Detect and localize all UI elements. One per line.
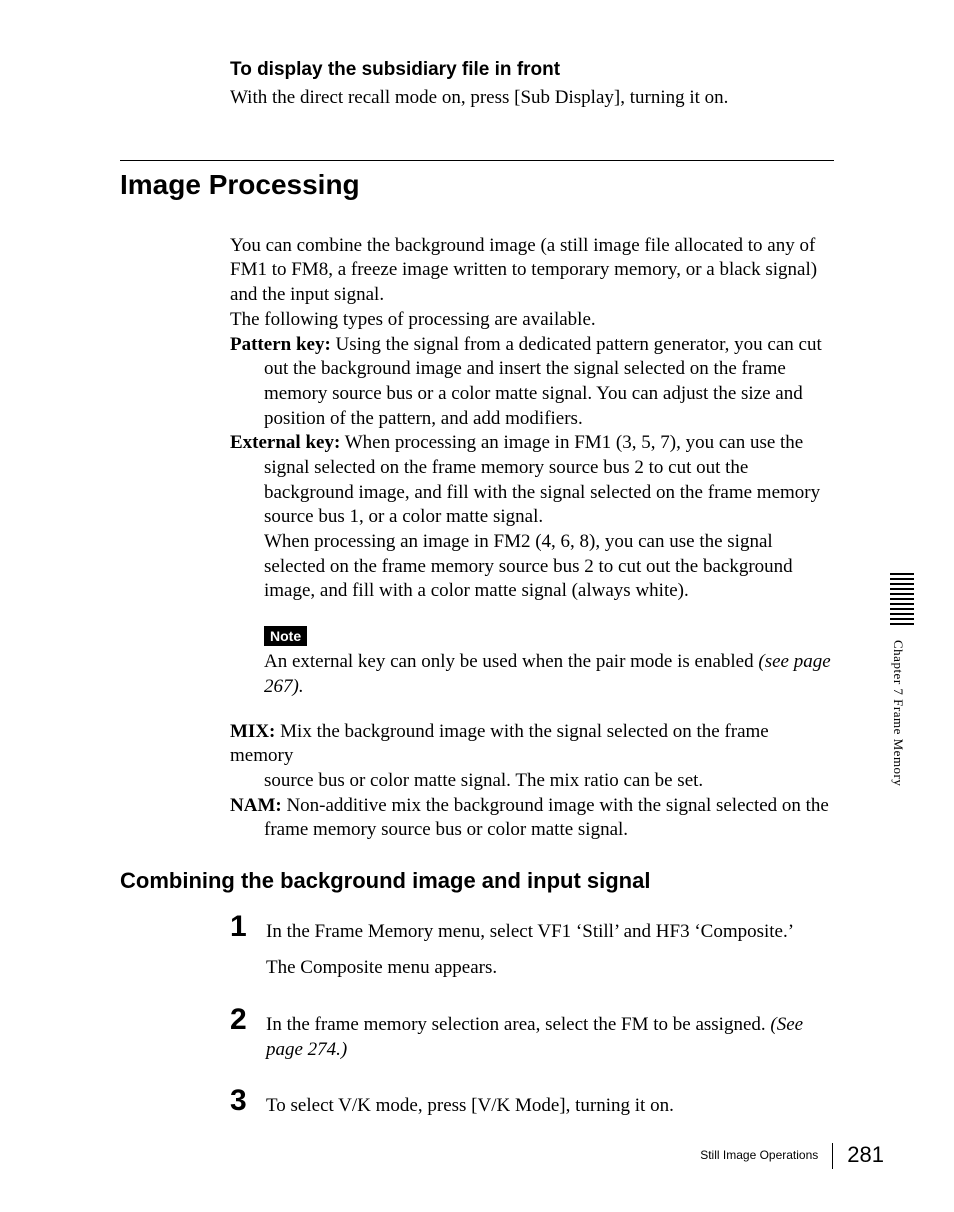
step-line: In the Frame Memory menu, select VF1 ‘St… <box>266 920 834 945</box>
def-lead: When processing an image in FM1 (3, 5, 7… <box>340 432 803 453</box>
step-number: 2 <box>230 1005 266 1074</box>
section-divider <box>120 160 834 161</box>
def-mix: MIX: Mix the background image with the s… <box>230 720 834 794</box>
side-chapter-label: Chapter 7 Frame Memory <box>889 640 906 786</box>
para-2: The following types of processing are av… <box>230 308 834 333</box>
def-lead: Using the signal from a dedicated patter… <box>331 334 822 355</box>
note-block: Note An external key can only be used wh… <box>264 604 834 700</box>
def-term: External key: <box>230 432 340 453</box>
intro-text: With the direct recall mode on, press [S… <box>230 86 834 111</box>
def-nam: NAM: Non-additive mix the background ima… <box>230 794 834 843</box>
def-term: Pattern key: <box>230 334 331 355</box>
def-pattern-key: Pattern key: Using the signal from a ded… <box>230 333 834 432</box>
footer-divider <box>832 1143 833 1169</box>
def-external-key: External key: When processing an image i… <box>230 431 834 604</box>
step-2: 2 In the frame memory selection area, se… <box>230 1005 834 1074</box>
step-body: In the frame memory selection area, sele… <box>266 1005 834 1074</box>
step-text: In the frame memory selection area, sele… <box>266 1014 770 1035</box>
note-text-a: An external key can only be used when th… <box>264 651 758 672</box>
def-body-2: When processing an image in FM2 (4, 6, 8… <box>264 530 834 604</box>
section-title: Image Processing <box>120 167 834 203</box>
page-number: 281 <box>847 1141 884 1170</box>
footer-section-name: Still Image Operations <box>700 1148 832 1164</box>
intro-block: To display the subsidiary file in front … <box>230 58 834 110</box>
def-lead: Mix the background image with the signal… <box>230 721 769 767</box>
def-term: MIX: <box>230 721 275 742</box>
def-lead: Non-additive mix the background image wi… <box>282 795 829 816</box>
page-footer: Still Image Operations 281 <box>700 1141 884 1170</box>
def-body: source bus or color matte signal. The mi… <box>264 769 834 794</box>
step-number: 3 <box>230 1086 266 1131</box>
step-line: The Composite menu appears. <box>266 956 834 981</box>
def-body-1: signal selected on the frame memory sour… <box>264 456 834 530</box>
para-1: You can combine the background image (a … <box>230 234 834 308</box>
step-line: In the frame memory selection area, sele… <box>266 1013 834 1062</box>
step-line: To select V/K mode, press [V/K Mode], tu… <box>266 1094 834 1119</box>
page-content: To display the subsidiary file in front … <box>0 0 954 1131</box>
step-1: 1 In the Frame Memory menu, select VF1 ‘… <box>230 912 834 993</box>
step-3: 3 To select V/K mode, press [V/K Mode], … <box>230 1086 834 1131</box>
step-body: In the Frame Memory menu, select VF1 ‘St… <box>266 912 834 993</box>
def-term: NAM: <box>230 795 282 816</box>
subsection-title: Combining the background image and input… <box>120 867 834 896</box>
def-body: out the background image and insert the … <box>264 357 834 431</box>
note-badge: Note <box>264 626 307 646</box>
step-number: 1 <box>230 912 266 993</box>
section-body: You can combine the background image (a … <box>230 234 834 843</box>
intro-heading: To display the subsidiary file in front <box>230 58 834 83</box>
step-body: To select V/K mode, press [V/K Mode], tu… <box>266 1086 834 1131</box>
thumb-index-icon <box>886 570 914 628</box>
steps-block: 1 In the Frame Memory menu, select VF1 ‘… <box>230 912 834 1131</box>
note-text: An external key can only be used when th… <box>264 650 834 699</box>
def-body: frame memory source bus or color matte s… <box>264 818 834 843</box>
side-tab: Chapter 7 Frame Memory <box>854 570 914 800</box>
